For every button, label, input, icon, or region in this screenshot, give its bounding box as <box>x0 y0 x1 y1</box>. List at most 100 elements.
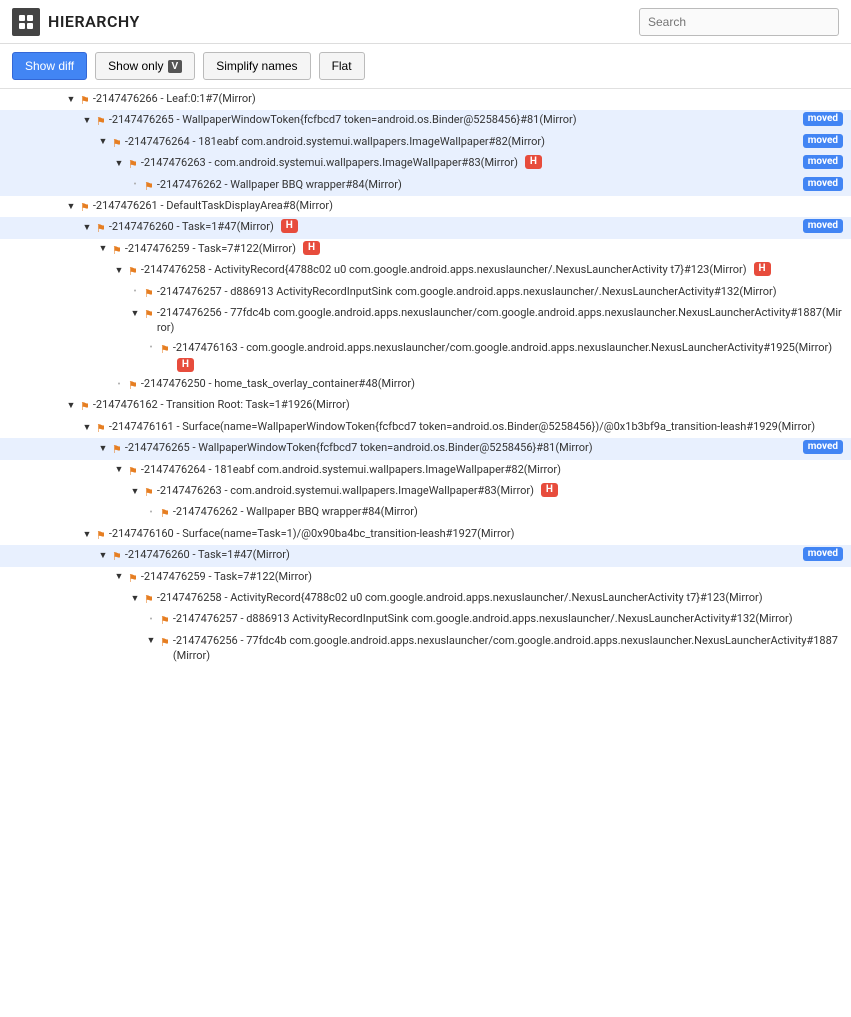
node-icon: ⚑ <box>128 264 138 279</box>
toggle-button[interactable] <box>80 221 94 235</box>
node-content: ⚑-2147476163 - com.google.android.apps.n… <box>144 340 851 372</box>
toggle-button[interactable] <box>80 114 94 128</box>
tree-row[interactable]: ⚑-2147476263 - com.android.systemui.wall… <box>0 153 851 174</box>
node-icon: ⚑ <box>112 243 122 258</box>
node-text: -2147476264 - 181eabf com.android.system… <box>125 134 797 149</box>
tree-row[interactable]: ⚑-2147476259 - Task=7#122(Mirror)H <box>0 239 851 260</box>
node-icon: ⚑ <box>160 506 170 521</box>
tree-row[interactable]: ⚑-2147476265 - WallpaperWindowToken{fcfb… <box>0 110 851 131</box>
show-only-button[interactable]: Show only V <box>95 52 195 80</box>
toggle-button[interactable] <box>64 93 78 107</box>
toggle-button[interactable] <box>64 200 78 214</box>
node-text: -2147476256 - 77fdc4b com.google.android… <box>173 633 843 664</box>
toggle-button[interactable] <box>128 307 142 321</box>
tree-container[interactable]: ⚑-2147476266 - Leaf:0:1#7(Mirror)⚑-21474… <box>0 89 851 1016</box>
toggle-button[interactable] <box>96 442 110 456</box>
node-content: ⚑-2147476257 - d886913 ActivityRecordInp… <box>128 284 851 301</box>
tree-row[interactable]: ⚑-2147476264 - 181eabf com.android.syste… <box>0 460 851 481</box>
node-text: -2147476259 - Task=7#122(Mirror) <box>141 569 843 584</box>
node-icon: ⚑ <box>96 528 106 543</box>
node-text: -2147476260 - Task=1#47(Mirror) <box>125 547 797 562</box>
tree-row[interactable]: ⚑-2147476266 - Leaf:0:1#7(Mirror) <box>0 89 851 110</box>
toggle-button[interactable] <box>96 136 110 150</box>
tree-row[interactable]: ⚑-2147476262 - Wallpaper BBQ wrapper#84(… <box>0 175 851 196</box>
node-icon: ⚑ <box>96 421 106 436</box>
node-content: ⚑-2147476258 - ActivityRecord{4788c02 u0… <box>112 262 851 279</box>
tree-row[interactable]: ⚑-2147476263 - com.android.systemui.wall… <box>0 481 851 502</box>
toggle-button[interactable] <box>128 179 142 193</box>
node-content: ⚑-2147476259 - Task=7#122(Mirror) <box>112 569 851 586</box>
tree-row[interactable]: ⚑-2147476264 - 181eabf com.android.syste… <box>0 132 851 153</box>
node-icon: ⚑ <box>112 549 122 564</box>
tree-row[interactable]: ⚑-2147476265 - WallpaperWindowToken{fcfb… <box>0 438 851 459</box>
node-text: -2147476262 - Wallpaper BBQ wrapper#84(M… <box>173 504 843 519</box>
toggle-button[interactable] <box>112 378 126 392</box>
toggle-button[interactable] <box>80 421 94 435</box>
toggle-button[interactable] <box>144 506 158 520</box>
node-text: -2147476162 - Transition Root: Task=1#19… <box>93 397 843 412</box>
tree-row[interactable]: ⚑-2147476160 - Surface(name=Task=1)/@0x9… <box>0 524 851 545</box>
tree-row[interactable]: ⚑-2147476258 - ActivityRecord{4788c02 u0… <box>0 260 851 281</box>
app-logo <box>12 8 40 36</box>
tag-h: H <box>525 155 542 169</box>
node-text: -2147476264 - 181eabf com.android.system… <box>141 462 843 477</box>
node-icon: ⚑ <box>96 114 106 129</box>
toggle-button[interactable] <box>112 464 126 478</box>
tree-row[interactable]: ⚑-2147476260 - Task=1#47(Mirror)H moved <box>0 217 851 238</box>
toggle-button[interactable] <box>96 549 110 563</box>
tree-row[interactable]: ⚑-2147476163 - com.google.android.apps.n… <box>0 338 851 374</box>
node-icon: ⚑ <box>160 613 170 628</box>
moved-badge: moved <box>803 155 843 169</box>
node-content: ⚑-2147476161 - Surface(name=WallpaperWin… <box>80 419 851 436</box>
node-text: -2147476250 - home_task_overlay_containe… <box>141 376 843 391</box>
logo-icon <box>17 13 35 31</box>
toggle-button[interactable] <box>112 571 126 585</box>
tree-row[interactable]: ⚑-2147476256 - 77fdc4b com.google.androi… <box>0 303 851 338</box>
toggle-button[interactable] <box>64 399 78 413</box>
node-content: ⚑-2147476257 - d886913 ActivityRecordInp… <box>144 611 851 628</box>
node-icon: ⚑ <box>112 136 122 151</box>
node-icon: ⚑ <box>160 342 170 357</box>
node-text: -2147476263 - com.android.systemui.wallp… <box>141 155 797 170</box>
node-text: -2147476260 - Task=1#47(Mirror)H <box>109 219 797 234</box>
node-icon: ⚑ <box>96 221 106 236</box>
tree-row[interactable]: ⚑-2147476161 - Surface(name=WallpaperWin… <box>0 417 851 438</box>
toggle-button[interactable] <box>80 528 94 542</box>
tree-row[interactable]: ⚑-2147476257 - d886913 ActivityRecordInp… <box>0 609 851 630</box>
simplify-names-button[interactable]: Simplify names <box>203 52 310 80</box>
tree-row[interactable]: ⚑-2147476262 - Wallpaper BBQ wrapper#84(… <box>0 502 851 523</box>
toggle-button[interactable] <box>128 485 142 499</box>
node-content: ⚑-2147476266 - Leaf:0:1#7(Mirror) <box>64 91 851 108</box>
tree-row[interactable]: ⚑-2147476259 - Task=7#122(Mirror) <box>0 567 851 588</box>
node-text: -2147476258 - ActivityRecord{4788c02 u0 … <box>157 590 843 605</box>
toggle-button[interactable] <box>96 243 110 257</box>
toggle-button[interactable] <box>112 157 126 171</box>
toggle-button[interactable] <box>128 592 142 606</box>
flat-button[interactable]: Flat <box>319 52 365 80</box>
tree-row[interactable]: ⚑-2147476260 - Task=1#47(Mirror)moved <box>0 545 851 566</box>
node-icon: ⚑ <box>144 286 154 301</box>
node-content: ⚑-2147476256 - 77fdc4b com.google.androi… <box>144 633 851 664</box>
tree-row[interactable]: ⚑-2147476162 - Transition Root: Task=1#1… <box>0 395 851 416</box>
tree-row[interactable]: ⚑-2147476250 - home_task_overlay_contain… <box>0 374 851 395</box>
toggle-button[interactable] <box>144 635 158 649</box>
search-input[interactable] <box>639 8 839 36</box>
node-content: ⚑-2147476160 - Surface(name=Task=1)/@0x9… <box>80 526 851 543</box>
moved-badge: moved <box>803 219 843 233</box>
tree-row[interactable]: ⚑-2147476258 - ActivityRecord{4788c02 u0… <box>0 588 851 609</box>
moved-badge: moved <box>803 440 843 454</box>
tree-row[interactable]: ⚑-2147476256 - 77fdc4b com.google.androi… <box>0 631 851 666</box>
moved-badge: moved <box>803 112 843 126</box>
toggle-button[interactable] <box>144 613 158 627</box>
toggle-button[interactable] <box>112 264 126 278</box>
node-icon: ⚑ <box>128 464 138 479</box>
toggle-button[interactable] <box>128 286 142 300</box>
node-content: ⚑-2147476265 - WallpaperWindowToken{fcfb… <box>80 112 851 129</box>
tree-row[interactable]: ⚑-2147476261 - DefaultTaskDisplayArea#8(… <box>0 196 851 217</box>
node-icon: ⚑ <box>160 635 170 650</box>
node-content: ⚑-2147476250 - home_task_overlay_contain… <box>112 376 851 393</box>
toggle-button[interactable] <box>144 342 158 356</box>
node-content: ⚑-2147476261 - DefaultTaskDisplayArea#8(… <box>64 198 851 215</box>
tree-row[interactable]: ⚑-2147476257 - d886913 ActivityRecordInp… <box>0 282 851 303</box>
show-diff-button[interactable]: Show diff <box>12 52 87 80</box>
